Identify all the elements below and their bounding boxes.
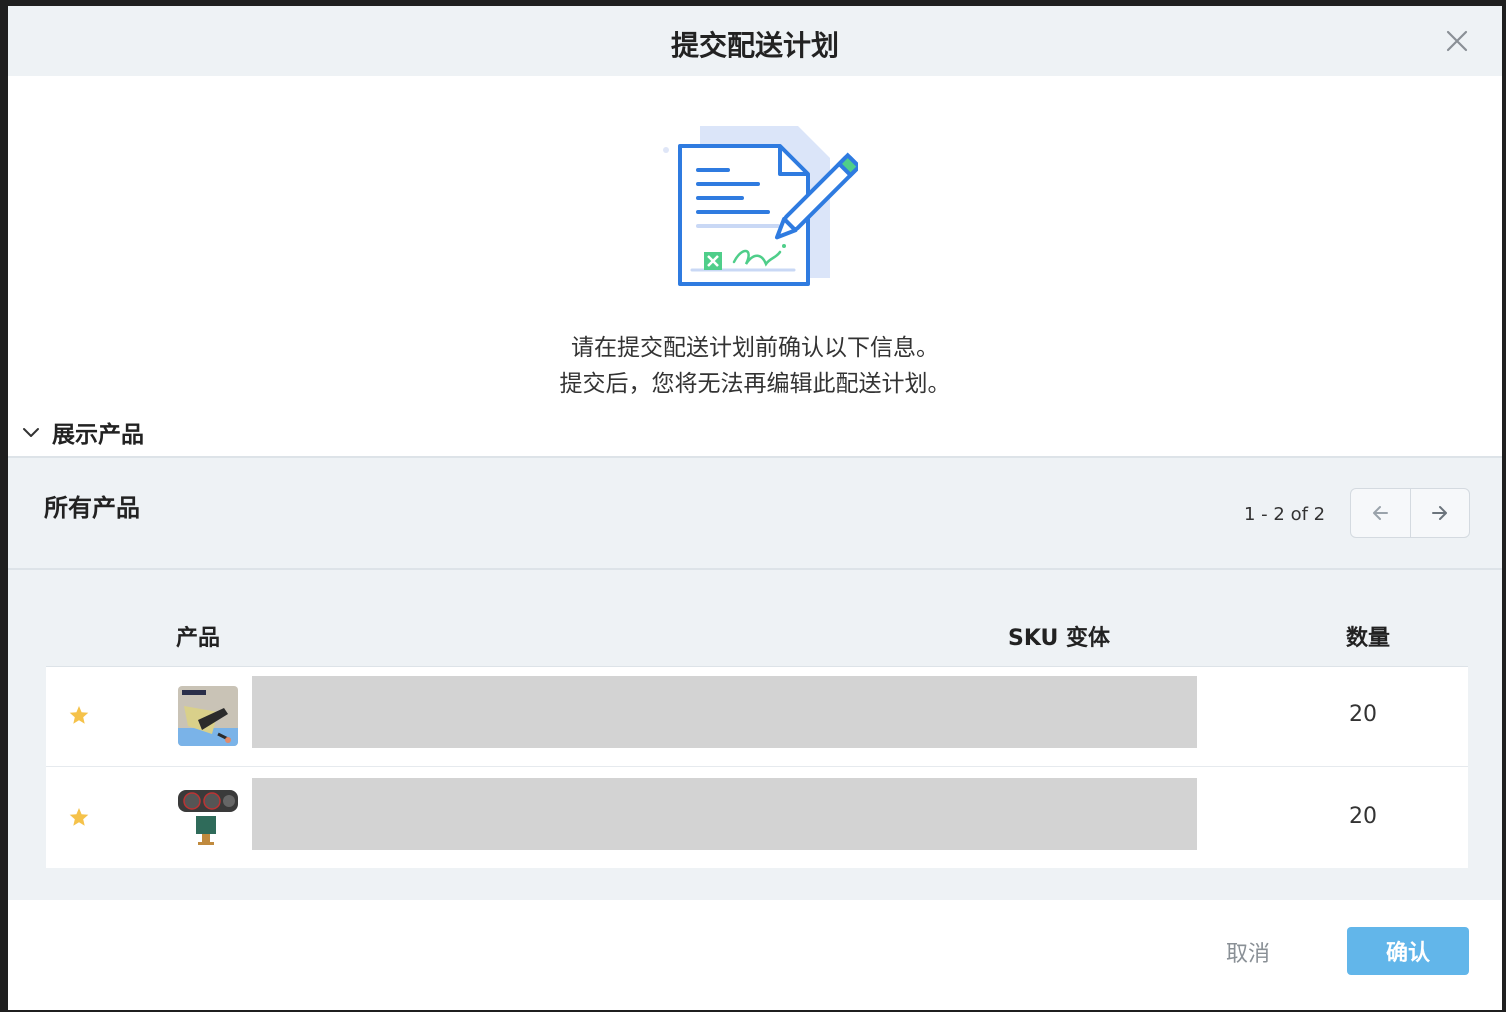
confirmation-message-line2: 提交后，您将无法再编辑此配送计划。 — [559, 371, 951, 397]
confirm-button[interactable]: 确认 — [1347, 927, 1469, 975]
redacted-product-info — [252, 676, 1197, 748]
star-icon[interactable] — [68, 704, 90, 726]
column-header-quantity: 数量 — [1346, 626, 1391, 651]
products-panel: 所有产品 1 - 2 of 2 产品 SKU 变体 数量 20 20 — [8, 456, 1502, 900]
submit-shipping-plan-dialog: 提交配送计划 请在提交配送计划前确认以下信息。 提交后，您将无法再编辑此配送计划… — [8, 6, 1502, 1010]
column-header-product: 产品 — [176, 626, 221, 651]
column-header-sku-variant: SKU 变体 — [1008, 626, 1111, 651]
table-row: 20 — [46, 666, 1468, 767]
star-icon[interactable] — [68, 806, 90, 828]
pagination-controls — [1350, 488, 1470, 538]
show-products-label: 展示产品 — [52, 422, 144, 448]
cancel-button[interactable]: 取消 — [1226, 936, 1270, 968]
show-products-toggle[interactable]: 展示产品 — [20, 414, 144, 450]
dialog-footer: 取消 确认 — [8, 900, 1502, 1010]
redacted-product-info — [252, 778, 1197, 850]
product-thumbnail — [178, 788, 238, 848]
quantity-value: 20 — [1349, 804, 1377, 829]
quantity-value: 20 — [1349, 702, 1377, 727]
arrow-left-icon — [1373, 506, 1389, 520]
prev-page-button[interactable] — [1351, 489, 1410, 537]
table-header: 产品 SKU 变体 数量 — [46, 600, 1468, 667]
next-page-button[interactable] — [1409, 489, 1470, 537]
dialog-header: 提交配送计划 — [8, 6, 1502, 76]
chevron-down-icon — [23, 428, 39, 437]
product-thumbnail — [178, 686, 238, 746]
all-products-title: 所有产品 — [44, 494, 140, 522]
products-table: 产品 SKU 变体 数量 20 20 — [46, 600, 1468, 868]
dialog-title: 提交配送计划 — [670, 29, 839, 62]
table-row: 20 — [46, 768, 1468, 868]
arrow-right-icon — [1431, 506, 1447, 520]
pagination-range: 1 - 2 of 2 — [1244, 504, 1326, 525]
products-panel-header: 所有产品 1 - 2 of 2 — [8, 458, 1502, 570]
confirmation-message-line1: 请在提交配送计划前确认以下信息。 — [571, 335, 939, 361]
document-sign-illustration — [658, 112, 862, 292]
close-icon[interactable] — [1442, 26, 1472, 56]
